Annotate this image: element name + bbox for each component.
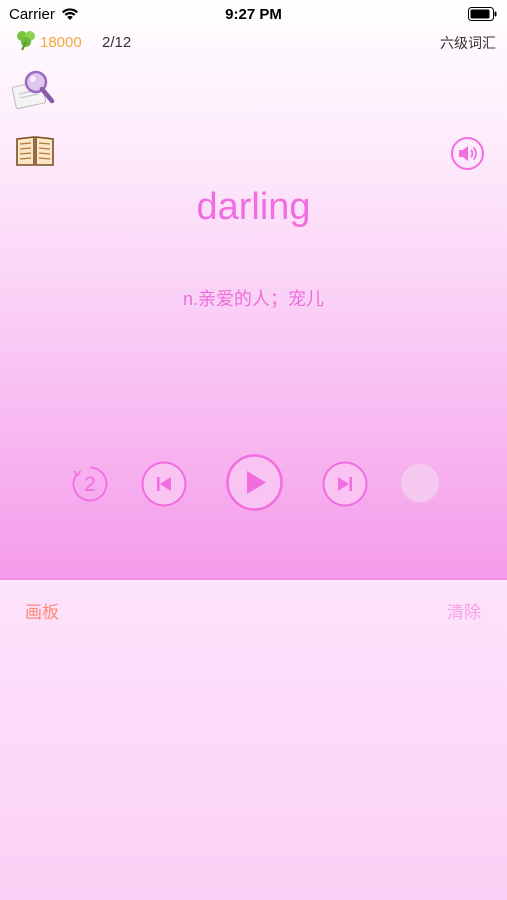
word-meaning: n.亲爱的人；宠儿: [182, 289, 324, 309]
vocab-word: darling: [196, 186, 311, 228]
previous-word-button[interactable]: [141, 461, 187, 507]
book-icon[interactable]: [15, 134, 55, 168]
coin-count: 18000: [40, 34, 82, 51]
pronounce-speaker-icon[interactable]: [450, 136, 485, 171]
clover-icon: [17, 31, 35, 51]
empty-control-button[interactable]: [400, 463, 440, 503]
status-bar: Carrier 9:27 PM: [0, 0, 507, 28]
drawing-canvas[interactable]: [0, 625, 507, 900]
next-word-button[interactable]: [322, 461, 368, 507]
repeat-count-button[interactable]: 2: [71, 465, 109, 503]
play-button[interactable]: [226, 454, 283, 511]
repeat-count-label: 2: [84, 473, 96, 496]
clear-button[interactable]: 清除: [447, 598, 481, 623]
battery-icon: [468, 7, 497, 21]
word-progress: 2/12: [102, 34, 132, 51]
clock: 9:27 PM: [225, 6, 282, 23]
vocab-list-title[interactable]: 六级词汇: [440, 33, 496, 53]
search-dictionary-icon[interactable]: [10, 68, 56, 112]
drawing-board-label: 画板: [25, 603, 59, 622]
